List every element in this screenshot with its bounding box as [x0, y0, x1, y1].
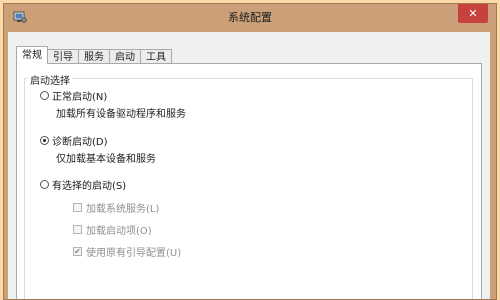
- load-startup-items-checkbox: 加载启动项(O): [73, 222, 152, 237]
- normal-startup-label[interactable]: 正常启动(N): [52, 88, 107, 103]
- checkbox-box: [73, 225, 82, 234]
- group-label: 启动选择: [28, 72, 72, 87]
- radio-circle[interactable]: [40, 180, 49, 189]
- close-icon: ✕: [468, 7, 478, 20]
- general-tab-page: 启动选择 正常启动(N) 加载所有设备驱动程序和服务 诊断启动(D) 仅加载基本…: [16, 63, 482, 299]
- window-title: 系统配置: [228, 11, 272, 24]
- selective-startup-radio[interactable]: 有选择的启动(S): [40, 177, 126, 192]
- normal-startup-description: 加载所有设备驱动程序和服务: [56, 109, 186, 120]
- radio-circle[interactable]: [40, 91, 49, 100]
- tab-boot[interactable]: 引导: [47, 49, 79, 64]
- tab-startup[interactable]: 启动: [109, 49, 141, 64]
- dialog-body: 常规 引导 服务 启动 工具 启动选择 正常启动(N) 加载所有设备驱动程序和服…: [8, 32, 490, 299]
- diagnostic-startup-description: 仅加载基本设备和服务: [56, 154, 156, 165]
- load-system-services-label: 加载系统服务(L): [86, 204, 160, 215]
- tab-general[interactable]: 常规: [16, 46, 48, 64]
- title-bar[interactable]: 系统配置 ✕: [4, 4, 496, 32]
- diagnostic-startup-radio[interactable]: 诊断启动(D): [40, 133, 108, 148]
- selective-startup-label[interactable]: 有选择的启动(S): [52, 177, 126, 192]
- checkmark-icon: ✔: [73, 247, 82, 256]
- radio-circle-selected[interactable]: [40, 136, 49, 145]
- system-config-window: 系统配置 ✕ 常规 引导 服务 启动 工具 启动选择 正常启动(N) 加载所有设…: [3, 3, 497, 300]
- use-original-boot-config-label: 使用原有引导配置(U): [86, 248, 182, 259]
- load-startup-items-label: 加载启动项(O): [86, 226, 152, 237]
- close-button[interactable]: ✕: [458, 4, 488, 23]
- tab-services[interactable]: 服务: [78, 49, 110, 64]
- startup-selection-group: 启动选择 正常启动(N) 加载所有设备驱动程序和服务 诊断启动(D) 仅加载基本…: [24, 72, 473, 299]
- normal-startup-radio[interactable]: 正常启动(N): [40, 88, 107, 103]
- load-system-services-checkbox: 加载系统服务(L): [73, 200, 159, 215]
- diagnostic-startup-label[interactable]: 诊断启动(D): [52, 133, 108, 148]
- use-original-boot-config-checkbox: ✔ 使用原有引导配置(U): [73, 244, 181, 259]
- tab-strip: 常规 引导 服务 启动 工具: [16, 46, 172, 64]
- checkbox-box: [73, 203, 82, 212]
- tab-tools[interactable]: 工具: [140, 49, 172, 64]
